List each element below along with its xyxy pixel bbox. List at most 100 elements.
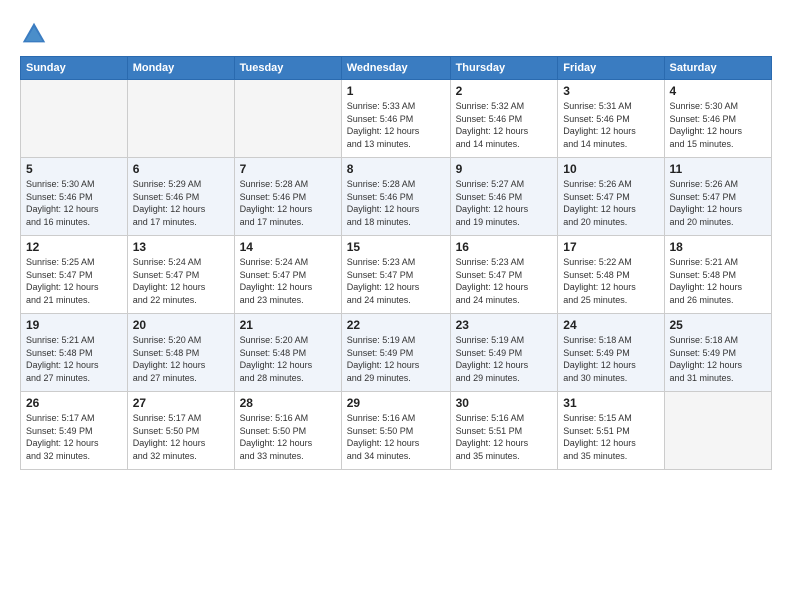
calendar-cell-1-7: 4 Sunrise: 5:30 AM Sunset: 5:46 PM Daylig… (664, 80, 772, 158)
day-number: 16 (456, 240, 553, 254)
calendar-cell-3-6: 17 Sunrise: 5:22 AM Sunset: 5:48 PM Dayli… (558, 236, 664, 314)
calendar-cell-1-1 (21, 80, 128, 158)
day-number: 25 (670, 318, 767, 332)
week-row-4: 19Sunrise: 5:21 AM Sunset: 5:48 PM Dayli… (21, 314, 772, 392)
weekday-header-row: SundayMondayTuesdayWednesdayThursdayFrid… (21, 57, 772, 80)
calendar-cell-2-1: 5 Sunrise: 5:30 AM Sunset: 5:46 PM Daylig… (21, 158, 128, 236)
calendar-cell-5-3: 28 Sunrise: 5:16 AM Sunset: 5:50 PM Dayli… (234, 392, 341, 470)
day-info: Sunrise: 5:21 AM Sunset: 5:48 PM Dayligh… (26, 334, 122, 384)
day-info: Sunrise: 5:16 AM Sunset: 5:50 PM Dayligh… (347, 412, 445, 462)
day-info: Sunrise: 5:17 AM Sunset: 5:49 PM Dayligh… (26, 412, 122, 462)
day-info: Sunrise: 5:26 AM Sunset: 5:47 PM Dayligh… (670, 178, 767, 228)
calendar-cell-2-7: 11 Sunrise: 5:26 AM Sunset: 5:47 PM Dayli… (664, 158, 772, 236)
calendar-cell-2-3: 7Sunrise: 5:28 AM Sunset: 5:46 PM Daylig… (234, 158, 341, 236)
calendar-cell-4-5: 23 Sunrise: 5:19 AM Sunset: 5:49 PM Dayli… (450, 314, 558, 392)
calendar: SundayMondayTuesdayWednesdayThursdayFrid… (20, 56, 772, 470)
day-info: Sunrise: 5:17 AM Sunset: 5:50 PM Dayligh… (133, 412, 229, 462)
calendar-cell-4-7: 25 Sunrise: 5:18 AM Sunset: 5:49 PM Dayli… (664, 314, 772, 392)
day-info: Sunrise: 5:22 AM Sunset: 5:48 PM Dayligh… (563, 256, 658, 306)
day-info: Sunrise: 5:18 AM Sunset: 5:49 PM Dayligh… (563, 334, 658, 384)
day-info: Sunrise: 5:24 AM Sunset: 5:47 PM Dayligh… (133, 256, 229, 306)
day-info: Sunrise: 5:25 AM Sunset: 5:47 PM Dayligh… (26, 256, 122, 306)
calendar-cell-3-7: 18 Sunrise: 5:21 AM Sunset: 5:48 PM Dayli… (664, 236, 772, 314)
calendar-cell-5-2: 27Sunrise: 5:17 AM Sunset: 5:50 PM Dayli… (127, 392, 234, 470)
day-number: 3 (563, 84, 658, 98)
day-info: Sunrise: 5:33 AM Sunset: 5:46 PM Dayligh… (347, 100, 445, 150)
calendar-cell-5-1: 26 Sunrise: 5:17 AM Sunset: 5:49 PM Dayli… (21, 392, 128, 470)
day-info: Sunrise: 5:20 AM Sunset: 5:48 PM Dayligh… (240, 334, 336, 384)
day-info: Sunrise: 5:26 AM Sunset: 5:47 PM Dayligh… (563, 178, 658, 228)
weekday-header-friday: Friday (558, 57, 664, 80)
day-info: Sunrise: 5:19 AM Sunset: 5:49 PM Dayligh… (456, 334, 553, 384)
header (20, 16, 772, 48)
calendar-cell-1-2 (127, 80, 234, 158)
calendar-cell-3-4: 15Sunrise: 5:23 AM Sunset: 5:47 PM Dayli… (341, 236, 450, 314)
calendar-cell-4-1: 19Sunrise: 5:21 AM Sunset: 5:48 PM Dayli… (21, 314, 128, 392)
day-number: 26 (26, 396, 122, 410)
day-info: Sunrise: 5:24 AM Sunset: 5:47 PM Dayligh… (240, 256, 336, 306)
day-info: Sunrise: 5:31 AM Sunset: 5:46 PM Dayligh… (563, 100, 658, 150)
calendar-cell-5-7 (664, 392, 772, 470)
calendar-cell-1-4: 1 Sunrise: 5:33 AM Sunset: 5:46 PM Daylig… (341, 80, 450, 158)
calendar-cell-4-2: 20 Sunrise: 5:20 AM Sunset: 5:48 PM Dayli… (127, 314, 234, 392)
day-number: 29 (347, 396, 445, 410)
calendar-cell-4-3: 21 Sunrise: 5:20 AM Sunset: 5:48 PM Dayli… (234, 314, 341, 392)
logo (20, 20, 52, 48)
day-info: Sunrise: 5:15 AM Sunset: 5:51 PM Dayligh… (563, 412, 658, 462)
day-number: 31 (563, 396, 658, 410)
day-number: 23 (456, 318, 553, 332)
day-number: 22 (347, 318, 445, 332)
weekday-header-wednesday: Wednesday (341, 57, 450, 80)
weekday-header-tuesday: Tuesday (234, 57, 341, 80)
week-row-5: 26 Sunrise: 5:17 AM Sunset: 5:49 PM Dayli… (21, 392, 772, 470)
calendar-cell-5-4: 29 Sunrise: 5:16 AM Sunset: 5:50 PM Dayli… (341, 392, 450, 470)
calendar-cell-2-2: 6 Sunrise: 5:29 AM Sunset: 5:46 PM Daylig… (127, 158, 234, 236)
day-info: Sunrise: 5:19 AM Sunset: 5:49 PM Dayligh… (347, 334, 445, 384)
day-number: 5 (26, 162, 122, 176)
calendar-cell-1-3 (234, 80, 341, 158)
calendar-cell-1-5: 2 Sunrise: 5:32 AM Sunset: 5:46 PM Daylig… (450, 80, 558, 158)
calendar-cell-3-5: 16Sunrise: 5:23 AM Sunset: 5:47 PM Dayli… (450, 236, 558, 314)
day-number: 9 (456, 162, 553, 176)
day-number: 20 (133, 318, 229, 332)
day-number: 11 (670, 162, 767, 176)
weekday-header-monday: Monday (127, 57, 234, 80)
day-number: 6 (133, 162, 229, 176)
week-row-1: 1 Sunrise: 5:33 AM Sunset: 5:46 PM Daylig… (21, 80, 772, 158)
day-info: Sunrise: 5:28 AM Sunset: 5:46 PM Dayligh… (347, 178, 445, 228)
calendar-cell-2-4: 8 Sunrise: 5:28 AM Sunset: 5:46 PM Daylig… (341, 158, 450, 236)
day-number: 18 (670, 240, 767, 254)
weekday-header-saturday: Saturday (664, 57, 772, 80)
day-info: Sunrise: 5:32 AM Sunset: 5:46 PM Dayligh… (456, 100, 553, 150)
day-number: 28 (240, 396, 336, 410)
day-number: 13 (133, 240, 229, 254)
day-number: 24 (563, 318, 658, 332)
day-info: Sunrise: 5:16 AM Sunset: 5:51 PM Dayligh… (456, 412, 553, 462)
day-number: 1 (347, 84, 445, 98)
weekday-header-sunday: Sunday (21, 57, 128, 80)
day-info: Sunrise: 5:30 AM Sunset: 5:46 PM Dayligh… (670, 100, 767, 150)
day-info: Sunrise: 5:28 AM Sunset: 5:46 PM Dayligh… (240, 178, 336, 228)
day-info: Sunrise: 5:16 AM Sunset: 5:50 PM Dayligh… (240, 412, 336, 462)
week-row-2: 5 Sunrise: 5:30 AM Sunset: 5:46 PM Daylig… (21, 158, 772, 236)
day-info: Sunrise: 5:20 AM Sunset: 5:48 PM Dayligh… (133, 334, 229, 384)
day-number: 14 (240, 240, 336, 254)
calendar-cell-4-4: 22 Sunrise: 5:19 AM Sunset: 5:49 PM Dayli… (341, 314, 450, 392)
day-info: Sunrise: 5:30 AM Sunset: 5:46 PM Dayligh… (26, 178, 122, 228)
day-info: Sunrise: 5:18 AM Sunset: 5:49 PM Dayligh… (670, 334, 767, 384)
day-number: 30 (456, 396, 553, 410)
calendar-cell-3-3: 14 Sunrise: 5:24 AM Sunset: 5:47 PM Dayli… (234, 236, 341, 314)
calendar-cell-4-6: 24 Sunrise: 5:18 AM Sunset: 5:49 PM Dayli… (558, 314, 664, 392)
calendar-cell-5-6: 31 Sunrise: 5:15 AM Sunset: 5:51 PM Dayli… (558, 392, 664, 470)
calendar-cell-2-5: 9Sunrise: 5:27 AM Sunset: 5:46 PM Daylig… (450, 158, 558, 236)
day-info: Sunrise: 5:23 AM Sunset: 5:47 PM Dayligh… (347, 256, 445, 306)
calendar-cell-2-6: 10Sunrise: 5:26 AM Sunset: 5:47 PM Dayli… (558, 158, 664, 236)
day-info: Sunrise: 5:29 AM Sunset: 5:46 PM Dayligh… (133, 178, 229, 228)
calendar-cell-3-2: 13 Sunrise: 5:24 AM Sunset: 5:47 PM Dayli… (127, 236, 234, 314)
day-number: 2 (456, 84, 553, 98)
day-number: 4 (670, 84, 767, 98)
day-number: 21 (240, 318, 336, 332)
day-number: 17 (563, 240, 658, 254)
day-info: Sunrise: 5:21 AM Sunset: 5:48 PM Dayligh… (670, 256, 767, 306)
day-number: 8 (347, 162, 445, 176)
